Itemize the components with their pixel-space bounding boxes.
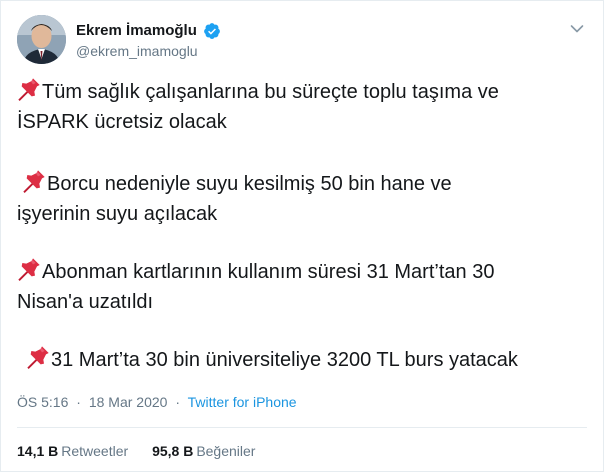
tweet-meta: ÖS 5:16 · 18 Mar 2020 · Twitter for iPho…: [17, 392, 297, 412]
tweet-line: Abonman kartlarının kullanım süresi 31 M…: [42, 261, 495, 283]
likes-count: 95,8 B: [152, 443, 194, 459]
likes-label: Beğeniler: [196, 443, 256, 459]
tweet-source-link[interactable]: Twitter for iPhone: [188, 394, 297, 410]
chevron-down-icon[interactable]: [567, 19, 587, 39]
pushpin-icon: [27, 346, 49, 369]
retweets-label: Retweetler: [61, 443, 129, 459]
pushpin-icon: [18, 258, 40, 281]
tweet-line: Nisan'a uzatıldı: [17, 291, 154, 313]
retweets-stat[interactable]: 14,1 B Retweetler: [17, 441, 128, 461]
author-block[interactable]: Ekrem İmamoğlu @ekrem_imamoglu: [76, 21, 221, 61]
pushpin-icon: [18, 78, 40, 101]
tweet-line: İSPARK ücretsiz olacak: [17, 111, 227, 133]
avatar[interactable]: [17, 15, 66, 64]
retweets-count: 14,1 B: [17, 443, 59, 459]
tweet-paragraph: Borcu nedeniyle suyu kesilmiş 50 bin han…: [17, 169, 452, 229]
tweet-line: işyerinin suyu açılacak: [17, 203, 218, 225]
tweet-header: Ekrem İmamoğlu @ekrem_imamoglu: [17, 15, 587, 71]
tweet-line: Tüm sağlık çalışanlarına bu süreçte topl…: [42, 81, 499, 103]
tweet-paragraph: Tüm sağlık çalışanlarına bu süreçte topl…: [17, 77, 499, 137]
tweet-stats: 14,1 B Retweetler 95,8 B Beğeniler: [17, 441, 275, 461]
tweet-time[interactable]: ÖS 5:16: [17, 394, 68, 410]
meta-separator: ·: [76, 394, 81, 410]
tweet-line: Borcu nedeniyle suyu kesilmiş 50 bin han…: [47, 173, 452, 195]
likes-stat[interactable]: 95,8 B Beğeniler: [152, 441, 255, 461]
tweet-card: Ekrem İmamoğlu @ekrem_imamoglu Tüm sağlı…: [0, 0, 604, 472]
author-handle[interactable]: @ekrem_imamoglu: [76, 41, 221, 61]
verified-badge-icon: [204, 23, 221, 39]
pushpin-icon: [23, 170, 45, 193]
meta-separator: ·: [175, 394, 180, 410]
tweet-date[interactable]: 18 Mar 2020: [89, 394, 168, 410]
author-display-name[interactable]: Ekrem İmamoğlu: [76, 21, 197, 41]
tweet-paragraph: Abonman kartlarının kullanım süresi 31 M…: [17, 257, 494, 317]
divider: [17, 427, 587, 428]
tweet-paragraph: 31 Mart’ta 30 bin üniversiteliye 3200 TL…: [17, 345, 518, 375]
tweet-line: 31 Mart’ta 30 bin üniversiteliye 3200 TL…: [51, 349, 518, 371]
avatar-portrait-icon: [17, 15, 66, 64]
